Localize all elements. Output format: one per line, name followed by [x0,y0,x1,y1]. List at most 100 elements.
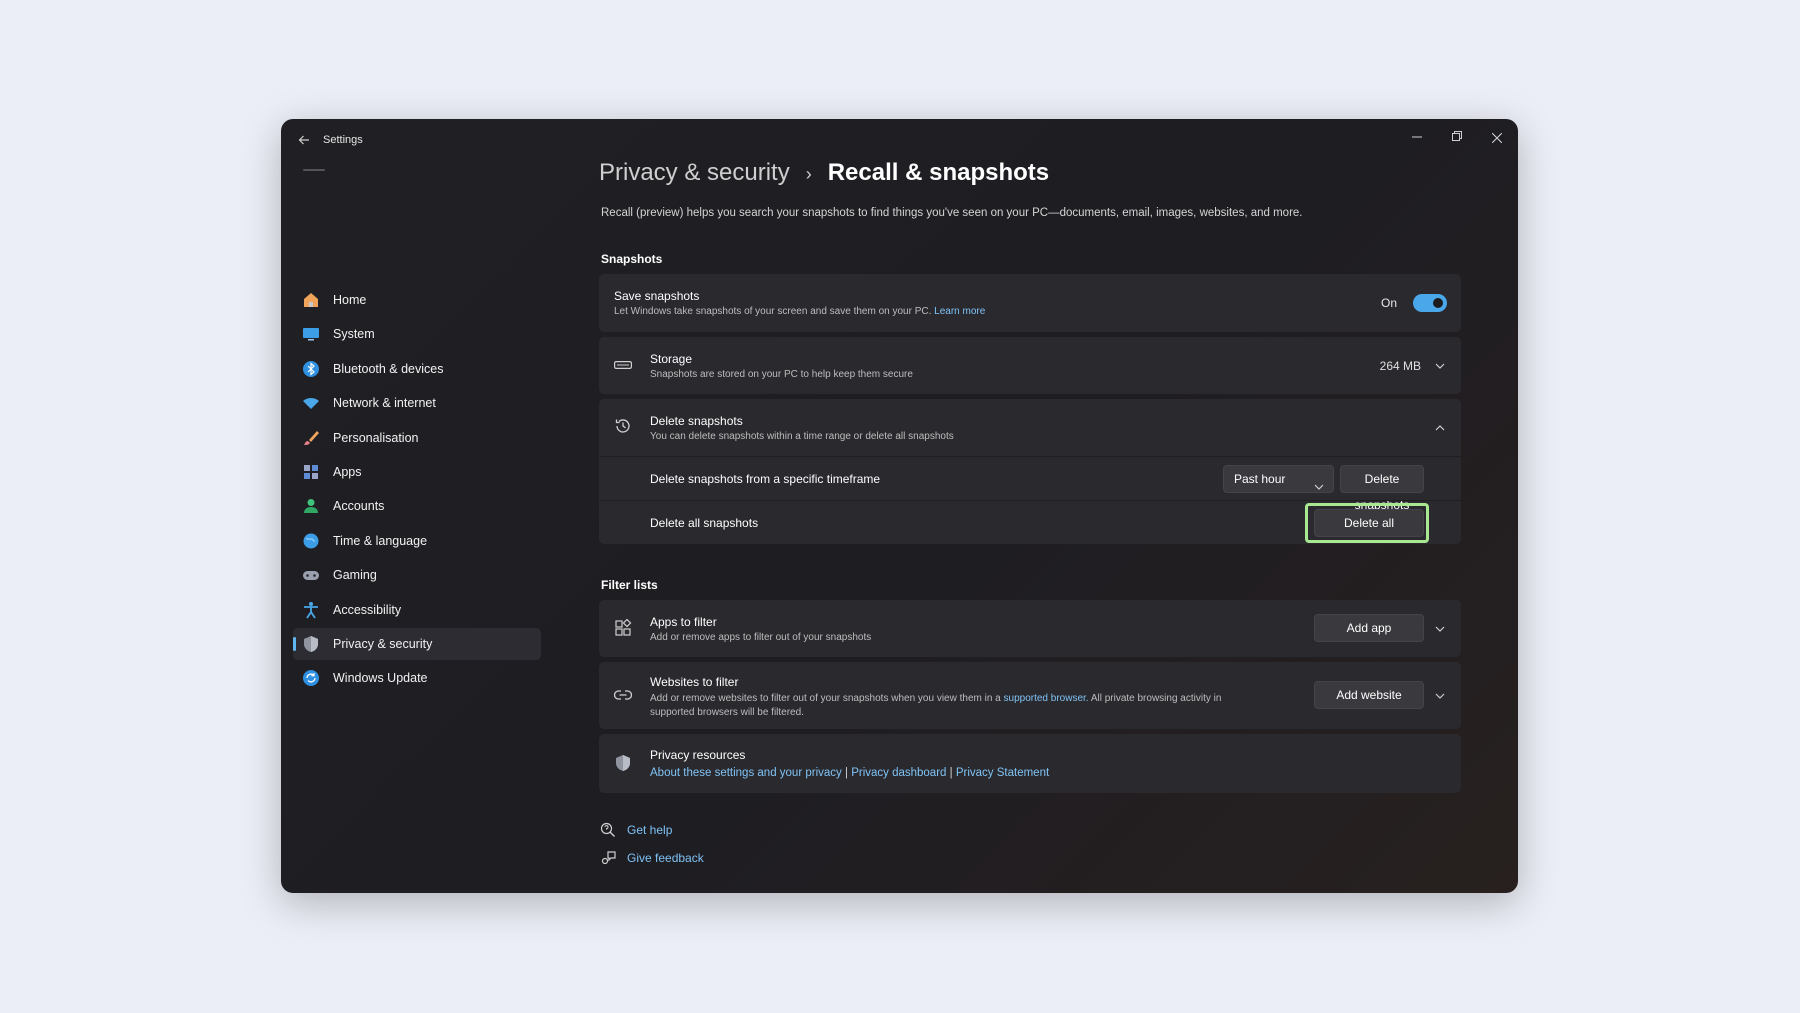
delete-snapshots-subtitle: You can delete snapshots within a time r… [650,431,954,442]
gamepad-icon [301,565,321,585]
accessibility-icon [301,600,321,620]
sidebar-item-time-language[interactable]: Time & language [293,525,541,557]
sidebar-item-network[interactable]: Network & internet [293,387,541,419]
add-website-button[interactable]: Add website [1314,681,1424,709]
privacy-links: About these settings and your privacy | … [650,767,1049,779]
chevron-down-icon[interactable] [1433,359,1447,373]
close-icon [1491,132,1503,144]
avatar [303,169,325,171]
apps-to-filter-subtitle: Add or remove apps to filter out of your… [650,632,872,643]
learn-more-link[interactable]: Learn more [934,306,985,317]
add-app-button[interactable]: Add app [1314,614,1424,642]
chevron-down-icon [1314,473,1324,499]
minimize-icon [1412,136,1422,138]
chevron-down-icon[interactable] [1433,622,1447,636]
save-snapshots-toggle[interactable] [1413,294,1447,312]
chevron-down-icon[interactable] [1433,689,1447,703]
privacy-shield-icon [613,753,633,773]
sidebar-item-label: Gaming [333,568,377,583]
home-icon [301,290,321,310]
sidebar-item-label: Apps [333,464,362,479]
save-snapshots-card: Save snapshots Let Windows take snapshot… [599,274,1461,332]
sidebar-item-label: Accessibility [333,602,402,617]
link-divider: | [949,767,953,779]
storage-title: Storage [650,352,693,366]
close-button[interactable] [1482,127,1512,149]
storage-icon [613,355,633,375]
sidebar-item-label: Windows Update [333,671,428,686]
about-privacy-link[interactable]: About these settings and your privacy [650,767,842,779]
save-snapshots-title: Save snapshots [614,289,700,303]
sidebar-item-label: Accounts [333,499,385,514]
sidebar-item-label: System [333,327,375,342]
sidebar-item-home[interactable]: Home [293,284,541,316]
save-snapshots-subtitle-text: Let Windows take snapshots of your scree… [614,306,932,317]
accounts-icon [301,496,321,516]
delete-timeframe-label: Delete snapshots from a specific timefra… [650,472,881,486]
give-feedback-link[interactable]: Give feedback [599,849,1461,867]
feedback-icon [599,849,617,867]
main-content: Privacy & security › Recall & snapshots … [599,159,1461,867]
timeframe-select-value: Past hour [1234,472,1286,486]
back-arrow-icon [298,135,309,145]
delete-all-label: Delete all snapshots [650,516,759,530]
sidebar-item-privacy-security[interactable]: Privacy & security [293,627,541,660]
footer-links: Get help Give feedback [599,821,1461,867]
delete-snapshots-header[interactable]: Delete snapshots You can delete snapshot… [650,414,954,442]
restore-icon [1452,131,1462,141]
sidebar-item-personalisation[interactable]: Personalisation [293,422,541,454]
delete-snapshots-card: Delete snapshots You can delete snapshot… [599,399,1461,544]
sidebar-item-gaming[interactable]: Gaming [293,559,541,591]
sidebar-item-label: Privacy & security [333,636,433,651]
breadcrumb-separator: › [805,164,812,184]
privacy-dashboard-link[interactable]: Privacy dashboard [851,767,946,779]
delete-all-highlight [1305,503,1429,543]
sidebar-item-system[interactable]: System [293,318,541,350]
save-snapshots-subtitle: Let Windows take snapshots of your scree… [614,306,985,317]
websites-subtitle-pre: Add or remove websites to filter out of … [650,693,1001,704]
sidebar-item-accounts[interactable]: Accounts [293,490,541,522]
delete-timeframe-row: Delete snapshots from a specific timefra… [599,456,1461,512]
restore-button[interactable] [1442,127,1472,149]
websites-to-filter-subtitle: Add or remove websites to filter out of … [650,692,1265,720]
websites-to-filter-card: Websites to filter Add or remove website… [599,662,1461,729]
update-icon [301,668,321,688]
history-icon [613,416,633,436]
apps-to-filter-card: Apps to filter Add or remove apps to fil… [599,600,1461,657]
settings-window: Settings Home System Bluetooth & devices… [281,119,1518,893]
delete-all-row: Delete all snapshots Delete all [599,500,1461,544]
toggle-state-label: On [1380,296,1397,310]
sidebar-item-label: Bluetooth & devices [333,361,444,376]
sidebar-item-label: Home [333,293,367,307]
section-title-filter-lists: Filter lists [601,578,658,592]
sidebar-item-label: Personalisation [333,430,419,445]
title-bar: Settings [281,119,1518,163]
sidebar-item-bluetooth[interactable]: Bluetooth & devices [293,353,541,385]
delete-snapshots-button[interactable]: Delete snapshots [1340,465,1424,512]
link-divider: | [844,767,848,779]
app-title: Settings [323,134,363,146]
websites-to-filter-title: Websites to filter [650,675,739,689]
sidebar-item-accessibility[interactable]: Accessibility [293,594,541,626]
storage-card[interactable]: Storage Snapshots are stored on your PC … [599,337,1461,394]
apps-icon [301,462,321,482]
bluetooth-icon [301,359,321,379]
help-icon [599,821,617,839]
brush-icon [301,428,321,448]
minimize-button[interactable] [1402,127,1432,149]
supported-browser-link[interactable]: supported browser. [1004,693,1089,704]
privacy-statement-link[interactable]: Privacy Statement [956,767,1049,779]
page-description: Recall (preview) helps you search your s… [601,207,1303,219]
sidebar-item-windows-update[interactable]: Windows Update [293,662,541,694]
back-button[interactable] [293,131,315,153]
globe-icon [301,531,321,551]
timeframe-select[interactable]: Past hour [1223,465,1334,493]
get-help-link[interactable]: Get help [599,821,1461,839]
chevron-up-icon[interactable] [1433,421,1447,435]
sidebar-item-apps[interactable]: Apps [293,456,541,488]
storage-value: 264 MB [1379,359,1421,373]
delete-snapshots-title: Delete snapshots [650,414,743,428]
give-feedback-label: Give feedback [627,851,704,865]
breadcrumb-parent[interactable]: Privacy & security [599,159,790,187]
page-title: Recall & snapshots [827,159,1050,186]
